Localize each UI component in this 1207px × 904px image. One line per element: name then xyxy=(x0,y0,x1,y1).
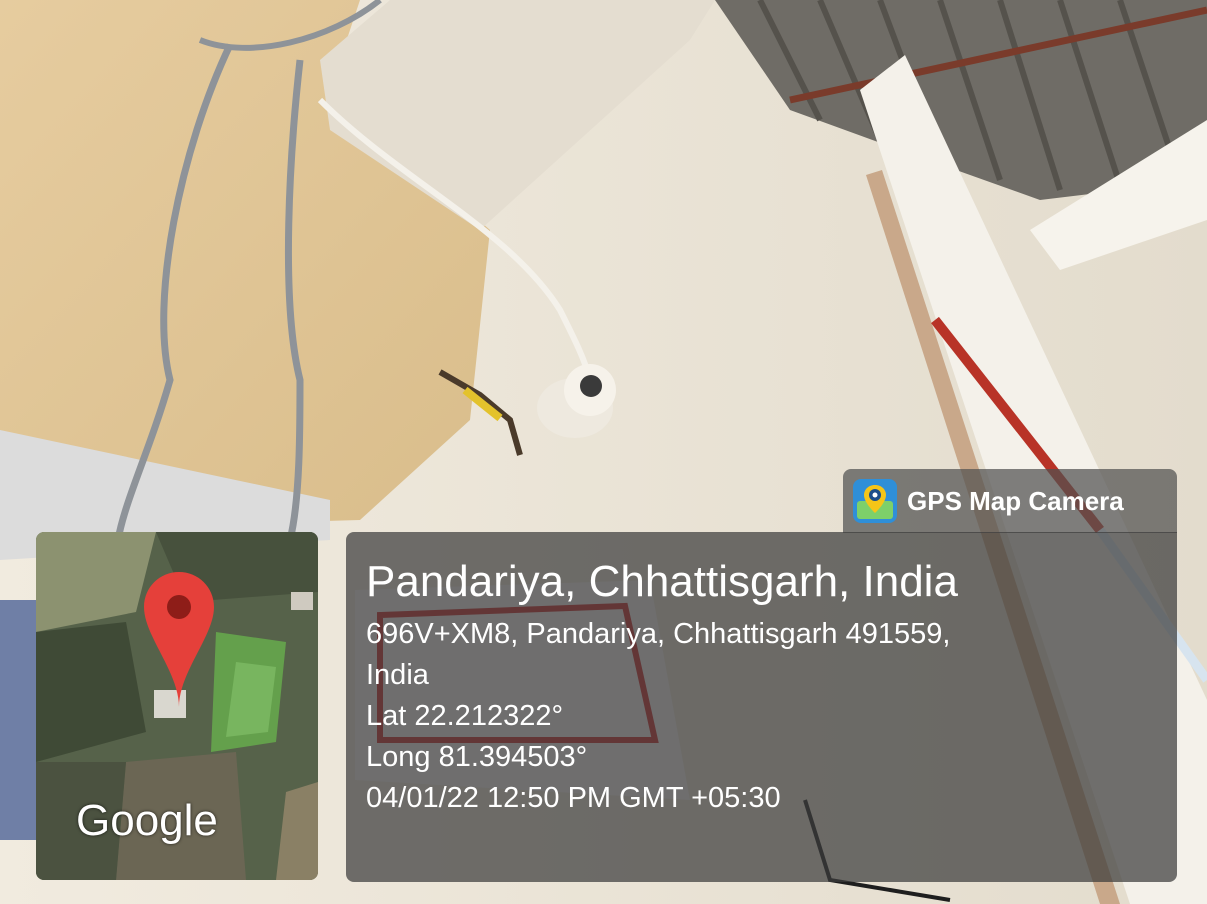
app-badge-label: GPS Map Camera xyxy=(907,485,1124,516)
address-line-1: 696V+XM8, Pandariya, Chhattisgarh 491559… xyxy=(366,618,951,650)
location-info-panel: Pandariya, Chhattisgarh, India 696V+XM8,… xyxy=(346,532,1177,882)
photo-scene: GPS Map Camera Google Pandariya, Chhatti… xyxy=(0,0,1207,904)
gps-map-camera-badge: GPS Map Camera xyxy=(843,469,1177,533)
timestamp: 04/01/22 12:50 PM GMT +05:30 xyxy=(366,782,781,814)
google-watermark: Google xyxy=(76,796,218,845)
map-thumbnail: Google xyxy=(36,532,318,880)
latitude: Lat 22.212322° xyxy=(366,700,564,732)
gps-map-camera-app-icon xyxy=(853,479,897,523)
longitude: Long 81.394503° xyxy=(366,741,588,773)
place-name: Pandariya, Chhattisgarh, India xyxy=(366,557,958,606)
address-line-2: India xyxy=(366,659,429,691)
